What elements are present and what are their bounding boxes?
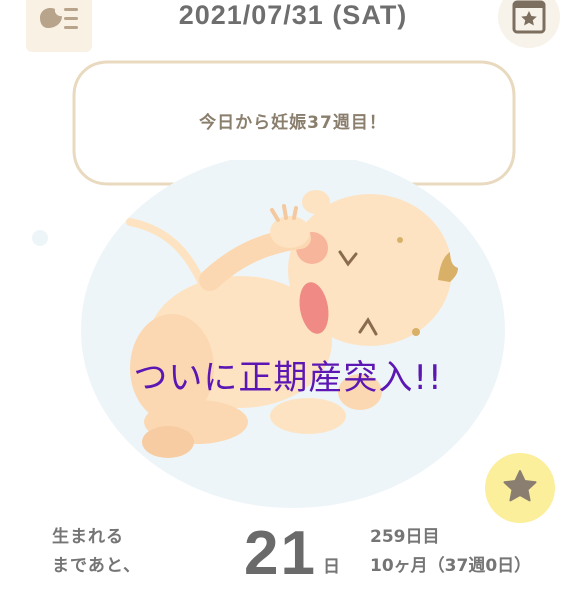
current-date: 2021/07/31 (SAT) bbox=[178, 0, 408, 30]
days-remaining: 21 bbox=[244, 519, 317, 588]
remaining-label-line2: まであと、 bbox=[52, 556, 142, 576]
favorite-button[interactable] bbox=[485, 453, 555, 523]
calendar-button[interactable] bbox=[498, 0, 560, 48]
pregnancy-months-weeks: 10ヶ月（37週0日） bbox=[370, 556, 532, 576]
menu-list-icon bbox=[40, 8, 78, 29]
star-icon bbox=[503, 470, 537, 502]
remaining-label-line1: 生まれる bbox=[52, 527, 124, 547]
calendar-star-icon bbox=[512, 0, 546, 34]
days-unit: 日 bbox=[323, 557, 340, 577]
overlay-caption: ついに正期産突入!! bbox=[133, 358, 443, 398]
remaining-label: 生まれる まであと、 bbox=[52, 523, 141, 581]
bubble-message: 今日から妊娠37週目！ bbox=[199, 113, 387, 133]
menu-button[interactable] bbox=[26, 0, 92, 52]
elapsed-days: 259日目 bbox=[370, 527, 440, 547]
pregnancy-stats: 259日目 10ヶ月（37週0日） bbox=[370, 523, 531, 581]
